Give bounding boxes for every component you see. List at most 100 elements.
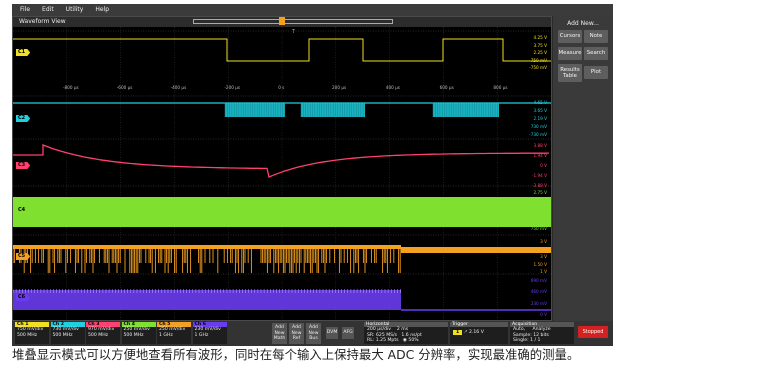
scale-label: -730 mV [529, 132, 547, 137]
time-tick-label: 0 s [278, 85, 285, 90]
cursors-button[interactable]: Cursors [558, 30, 582, 43]
trigger-settings[interactable]: Trigger 1 ↗ 2.16 V [450, 322, 508, 344]
channel-badge-4[interactable]: Ch 4 250 mV/div 500 MHz [121, 322, 156, 344]
channel-label-6[interactable]: C6 [16, 294, 31, 301]
add-bus-line3: Bus [309, 336, 318, 341]
scale-label: 730 mV [530, 124, 547, 129]
channel-label-1[interactable]: C1 [16, 49, 31, 56]
menu-edit[interactable]: Edit [42, 4, 54, 16]
horizontal-settings[interactable]: Horizontal 200 µs/div 2 ms SR: 625 MS/s … [364, 322, 448, 344]
record-overview-bar[interactable] [193, 19, 393, 24]
horizontal-scale: 200 µs/div [367, 327, 392, 332]
channel-badge-3[interactable]: Ch 3 970 mV/div 500 MHz [86, 322, 120, 344]
afg-button[interactable]: AFG [342, 327, 354, 339]
note-button[interactable]: Note [584, 30, 608, 43]
add-new-title: Add New... [567, 20, 599, 27]
time-tick-label: -600 µs [116, 85, 133, 90]
add-math-line1: Add [275, 325, 284, 330]
analyze-label: Analyze [532, 327, 551, 332]
menu-help[interactable]: Help [95, 4, 109, 16]
add-math-line2: New [274, 330, 285, 336]
scale-label: 3.88 V [533, 143, 547, 148]
trigger-source-badge: 1 [453, 330, 463, 335]
scale-label: 3.65 V [533, 108, 547, 113]
add-bus-line2: New [308, 330, 319, 336]
dvm-button[interactable]: DVM [326, 327, 338, 339]
channel-badge-6[interactable]: Ch 6 230 mV/div 1 GHz [192, 322, 227, 344]
ch2-burst [433, 103, 499, 117]
time-tick-label: -800 µs [63, 85, 79, 90]
plot-button[interactable]: Plot [584, 66, 608, 79]
add-new-math-button[interactable]: Add New Math [272, 323, 287, 344]
scale-label: -1.94 V [531, 173, 547, 178]
channel-label-4[interactable]: C4 [16, 207, 31, 214]
acquisition-mode: Auto, [513, 327, 526, 332]
results-table-button[interactable]: Results Table [558, 64, 582, 82]
scale-label: 3 V [540, 254, 547, 259]
scale-label: 1.75 V [533, 208, 547, 213]
channel-badge-bandwidth: 500 MHz [88, 332, 109, 338]
scale-label: 450 V [534, 246, 547, 252]
trigger-position-marker[interactable] [279, 17, 285, 25]
search-button[interactable]: Search [584, 47, 608, 60]
scale-label: 460 mV [530, 289, 547, 295]
trigger-position: ◉ 50% [402, 338, 419, 343]
waveform-view-title: Waveform View [19, 18, 66, 25]
time-tick-label: 600 µs [439, 85, 454, 90]
scale-label: 4.25 V [533, 35, 547, 40]
add-new-bus-button[interactable]: Add New Bus [306, 323, 321, 344]
menu-file[interactable]: File [20, 4, 30, 16]
waveform-view[interactable]: Waveform View T -800 µs -600 µs -400 µs -20… [12, 16, 552, 321]
add-new-panel: Add New... Cursors Note Measure Search R… [553, 16, 613, 321]
time-per-point: 1.6 ns/pt [401, 332, 422, 338]
single-count: Single: 1 / 1 [513, 338, 541, 343]
add-ref-line3: Ref [292, 336, 301, 341]
channel-badge-bandwidth: 500 MHz [52, 332, 73, 338]
rising-edge-icon: ↗ [463, 330, 468, 335]
scale-label: 2.19 V [533, 116, 547, 121]
add-math-line3: Math [273, 336, 286, 341]
trigger-level: 2.16 V [469, 330, 484, 335]
scale-label: 2.75 V [533, 190, 547, 195]
channel-badge-bandwidth: 1 GHz [159, 332, 173, 338]
scale-label: 4.65 V [533, 100, 547, 105]
oscilloscope-window: File Edit Utility Help Waveform View T -… [12, 4, 613, 346]
scale-label: -750 mV [529, 65, 547, 70]
channel-badge-1[interactable]: Ch 1 750 mV/div 500 MHz [15, 322, 49, 344]
acquisition-settings[interactable]: Acquisition Auto, Analyze Sample: 12 bit… [510, 322, 574, 344]
horizontal-duration: 2 ms [396, 327, 409, 332]
time-tick-label: -200 µs [224, 85, 241, 90]
channel-label-5[interactable]: C5 [16, 253, 31, 260]
measure-button[interactable]: Measure [558, 47, 582, 60]
scale-label: 1.50 V [533, 261, 547, 267]
scale-label: 0 V [540, 163, 547, 168]
run-stop-button[interactable]: Stopped [578, 326, 608, 338]
channel-badge-2[interactable]: Ch 2 730 mV/div 500 MHz [50, 322, 85, 344]
ch5-trace-top [13, 245, 401, 249]
scale-label: 3 V [540, 239, 547, 244]
graticule [13, 27, 551, 321]
time-tick-label: 400 µs [385, 85, 400, 90]
time-tick-label: 800 µs [493, 85, 508, 90]
ch2-burst-edges [224, 103, 286, 117]
scale-label: 1.25 V [533, 217, 547, 222]
channel-label-3[interactable]: C3 [16, 162, 31, 169]
ch5-trace [13, 245, 401, 273]
caption-text: 堆叠显示模式可以方便地查看所有波形，同时在每个输入上保持最大 ADC 分辨率，实… [12, 347, 580, 362]
scale-label: 0 V [540, 312, 547, 317]
scale-label: 230 mV [530, 300, 547, 306]
time-tick-label: 200 µs [332, 85, 347, 90]
scale-label: -3.88 V [531, 183, 547, 188]
ch4-trace-envelope [13, 197, 551, 227]
channel-label-2[interactable]: C2 [16, 115, 31, 122]
scale-label: 2.25 V [533, 199, 547, 204]
scale-label: 1.94 V [533, 153, 547, 158]
add-new-ref-button[interactable]: Add New Ref [289, 323, 304, 344]
record-length: RL: 1.25 Mpts [367, 338, 399, 343]
menu-utility[interactable]: Utility [66, 4, 84, 16]
ch3-trace [13, 144, 550, 178]
channel-badge-bandwidth: 500 MHz [17, 332, 38, 338]
add-ref-line1: Add [292, 325, 301, 330]
channel-badge-5[interactable]: Ch 5 250 mV/div 1 GHz [157, 322, 191, 344]
scale-label: 750 mV [530, 226, 547, 231]
